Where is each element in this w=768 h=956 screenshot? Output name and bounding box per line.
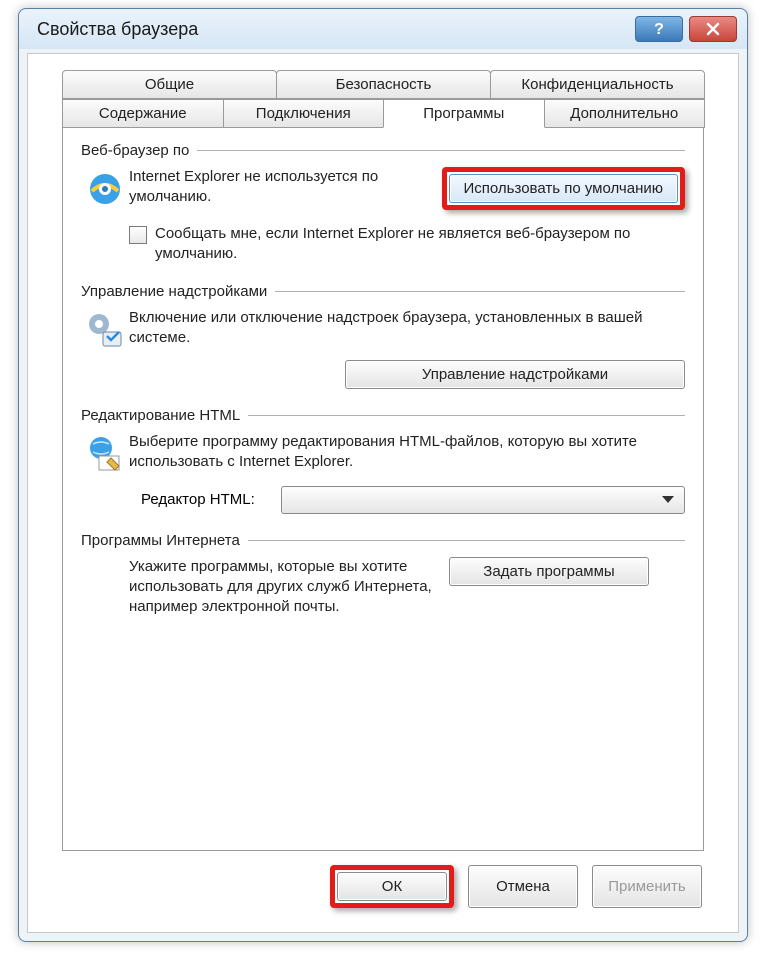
apply-button[interactable]: Применить [592, 865, 702, 908]
highlight-set-default: Использовать по умолчанию [442, 167, 685, 210]
help-button[interactable]: ? [635, 16, 683, 42]
addons-desc: Включение или отключение надстроек брауз… [129, 308, 685, 349]
group-html-editing: Редактирование HTML Выберите программу р… [81, 407, 685, 514]
tab-advanced[interactable]: Дополнительно [544, 99, 706, 128]
notify-label: Сообщать мне, если Internet Explorer не … [155, 224, 685, 265]
highlight-ok: ОК [330, 865, 454, 908]
tab-programs[interactable]: Программы [383, 99, 545, 128]
dialog-footer: ОК Отмена Применить [42, 851, 724, 924]
ie-icon [85, 169, 125, 209]
close-button[interactable] [689, 16, 737, 42]
group-internet-programs: Программы Интернета Укажите программы, к… [81, 532, 685, 618]
manage-addons-button[interactable]: Управление надстройками [345, 360, 685, 389]
html-editor-label: Редактор HTML: [141, 491, 281, 508]
notify-checkbox[interactable] [129, 226, 147, 244]
tab-connections[interactable]: Подключения [223, 99, 385, 128]
html-editor-dropdown[interactable] [281, 486, 685, 514]
globe-edit-icon [85, 434, 125, 474]
tab-panel-programs: Веб-браузер по Internet Explorer не испо… [62, 128, 704, 851]
group-addons: Управление надстройками Включение или от… [81, 283, 685, 389]
group-default-browser: Веб-браузер по Internet Explorer не испо… [81, 142, 685, 265]
tab-privacy[interactable]: Конфиденциальность [490, 70, 705, 99]
help-icon: ? [652, 20, 666, 38]
client-area: Общие Безопасность Конфиденциальность Со… [27, 53, 739, 933]
tab-general[interactable]: Общие [62, 70, 277, 99]
close-icon [705, 21, 721, 37]
group-internet-programs-title: Программы Интернета [81, 532, 248, 549]
window-title: Свойства браузера [37, 19, 629, 40]
chevron-down-icon [662, 496, 674, 503]
set-programs-button[interactable]: Задать программы [449, 557, 649, 586]
ok-button[interactable]: ОК [337, 872, 447, 901]
html-edit-desc: Выберите программу редактирования HTML-ф… [129, 432, 685, 473]
group-html-editing-title: Редактирование HTML [81, 407, 248, 424]
internet-programs-desc: Укажите программы, которые вы хотите исп… [129, 557, 449, 618]
default-browser-status: Internet Explorer не используется по умо… [129, 167, 442, 208]
tab-content[interactable]: Содержание [62, 99, 224, 128]
set-default-button[interactable]: Использовать по умолчанию [449, 174, 678, 203]
tab-security[interactable]: Безопасность [276, 70, 491, 99]
group-addons-title: Управление надстройками [81, 283, 275, 300]
dialog-window: Свойства браузера ? Общие Безопасность К… [18, 8, 748, 942]
gear-icon [85, 310, 125, 350]
group-default-browser-title: Веб-браузер по [81, 142, 197, 159]
svg-text:?: ? [654, 21, 664, 38]
tab-strip: Общие Безопасность Конфиденциальность Со… [62, 70, 704, 128]
titlebar: Свойства браузера ? [19, 9, 747, 49]
cancel-button[interactable]: Отмена [468, 865, 578, 908]
